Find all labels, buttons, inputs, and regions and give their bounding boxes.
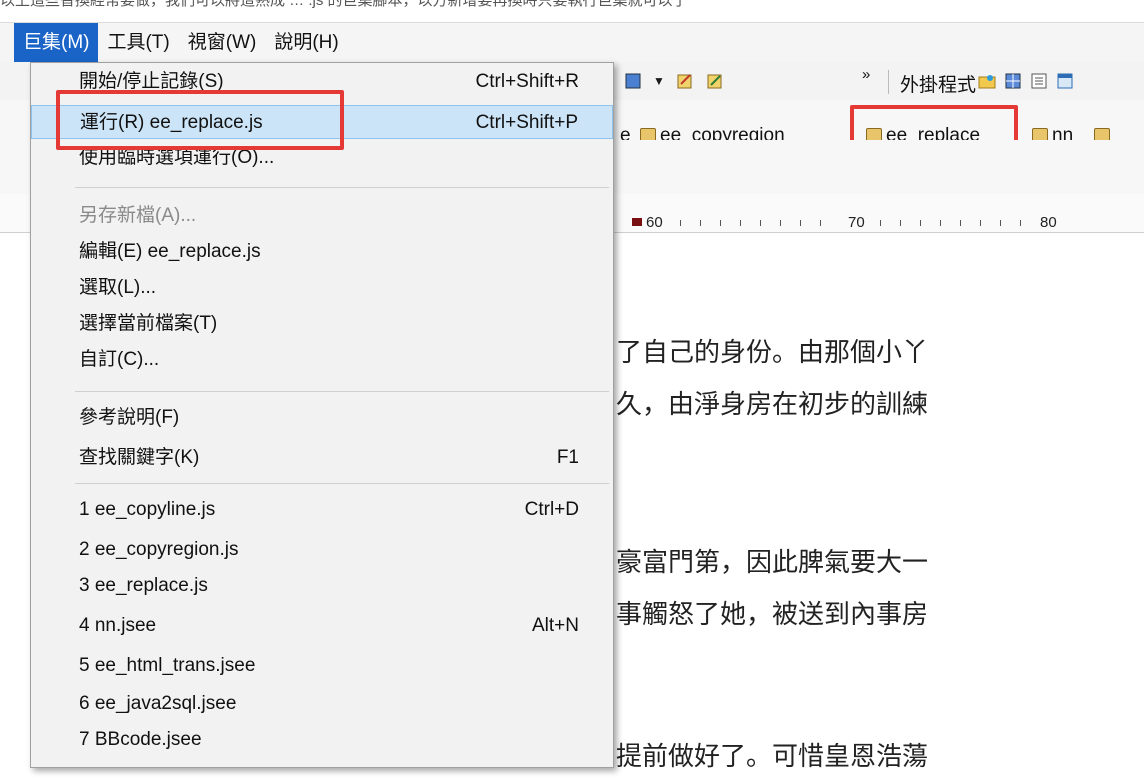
top-caption-strip: 以上這些替換經常要做，我們可以將這熟成 … .js 的巨集腳本，以方新增要再換時… (0, 0, 1144, 14)
plugin-grid-icon[interactable] (1004, 72, 1022, 90)
ruler-tick (780, 220, 781, 226)
menu-separator (75, 187, 609, 188)
menu-help[interactable]: 說明(H) (265, 23, 347, 63)
macro-dropdown-menu: 開始/停止記錄(S) Ctrl+Shift+R 運行(R) ee_replace… (30, 62, 614, 768)
ruler-tick (920, 220, 921, 226)
toolbar-divider (888, 70, 889, 94)
menu-item-recent-7[interactable]: 7 BBcode.jsee (31, 723, 613, 757)
menu-item-recent-4[interactable]: 4 nn.jsee Alt+N (31, 609, 613, 643)
plugin-folder-icon[interactable] (978, 72, 996, 90)
ruler-tick (760, 220, 761, 226)
menu-item-edit-ee-replace[interactable]: 編輯(E) ee_replace.js (31, 235, 613, 269)
menu-bar: 巨集(M) 工具(T) 視窗(W) 說明(H) (0, 22, 1144, 63)
ruler-tick (980, 220, 981, 226)
menu-item-customize[interactable]: 自訂(C)... (31, 343, 613, 377)
ruler-tick (720, 220, 721, 226)
ruler-tick (1020, 220, 1021, 226)
ruler-mark-80: 80 (1040, 214, 1057, 231)
ruler-tick (700, 220, 701, 226)
menu-item-recent-1[interactable]: 1 ee_copyline.js Ctrl+D (31, 493, 613, 527)
ruler-tick (960, 220, 961, 226)
top-caption-text: 以上這些替換經常要做，我們可以將這熟成 … .js 的巨集腳本，以方新增要再換時… (0, 0, 688, 9)
menu-window[interactable]: 視窗(W) (179, 23, 266, 63)
menu-macro[interactable]: 巨集(M) (14, 23, 99, 63)
macro-run-icon[interactable] (706, 72, 724, 90)
document-line: 提前做好了。可惜皇恩浩蕩 (616, 741, 929, 771)
ruler-tick (940, 220, 941, 226)
document-line: 豪富門第，因此脾氣要大一 (616, 547, 929, 577)
chevron-down-icon[interactable]: ▼ (650, 72, 668, 90)
plugin-list-icon[interactable] (1030, 72, 1048, 90)
ruler-mark-70: 70 (848, 214, 865, 231)
menu-item-save-as: 另存新檔(A)... (79, 205, 197, 226)
ruler-mark-60: 60 (646, 214, 663, 231)
menu-item-recent-6[interactable]: 6 ee_java2sql.jsee (31, 687, 613, 721)
menu-tools[interactable]: 工具(T) (98, 23, 178, 63)
menu-item-recent-3[interactable]: 3 ee_replace.js (31, 569, 613, 603)
menu-item-select-current-file[interactable]: 選擇當前檔案(T) (31, 307, 613, 341)
ruler-tick (820, 220, 821, 226)
menu-separator (75, 483, 609, 484)
toolbar-overflow-chevron[interactable]: » (862, 66, 870, 83)
ruler-tick (1000, 220, 1001, 226)
menu-item-reference-help[interactable]: 參考說明(F) (31, 401, 613, 435)
menu-item-recent-5[interactable]: 5 ee_html_trans.jsee (31, 649, 613, 683)
menu-separator (75, 391, 609, 392)
plugins-label: 外掛程式 (900, 75, 977, 96)
ruler-tick (680, 220, 681, 226)
ruler-tick (900, 220, 901, 226)
menu-item-select[interactable]: 選取(L)... (31, 271, 613, 305)
document-line: 事觸怒了她，被送到內事房 (616, 599, 929, 629)
menu-item-recent-2[interactable]: 2 ee_copyregion.js (31, 533, 613, 567)
plugin-window-icon[interactable] (1056, 72, 1074, 90)
document-line: 了自己的身份。由那個小丫 (616, 337, 929, 367)
menu-item-find-keyword[interactable]: 查找關鍵字(K) F1 (31, 441, 613, 475)
ruler-tab-marker (632, 218, 642, 226)
highlight-run-menu-item (56, 90, 344, 150)
macro-scroll-icon[interactable] (624, 72, 642, 90)
ruler-tick (800, 220, 801, 226)
ruler-tick (740, 220, 741, 226)
macro-edit-icon[interactable] (676, 72, 694, 90)
ruler-tick (880, 220, 881, 226)
document-line: 久，由淨身房在初步的訓練 (616, 389, 929, 419)
